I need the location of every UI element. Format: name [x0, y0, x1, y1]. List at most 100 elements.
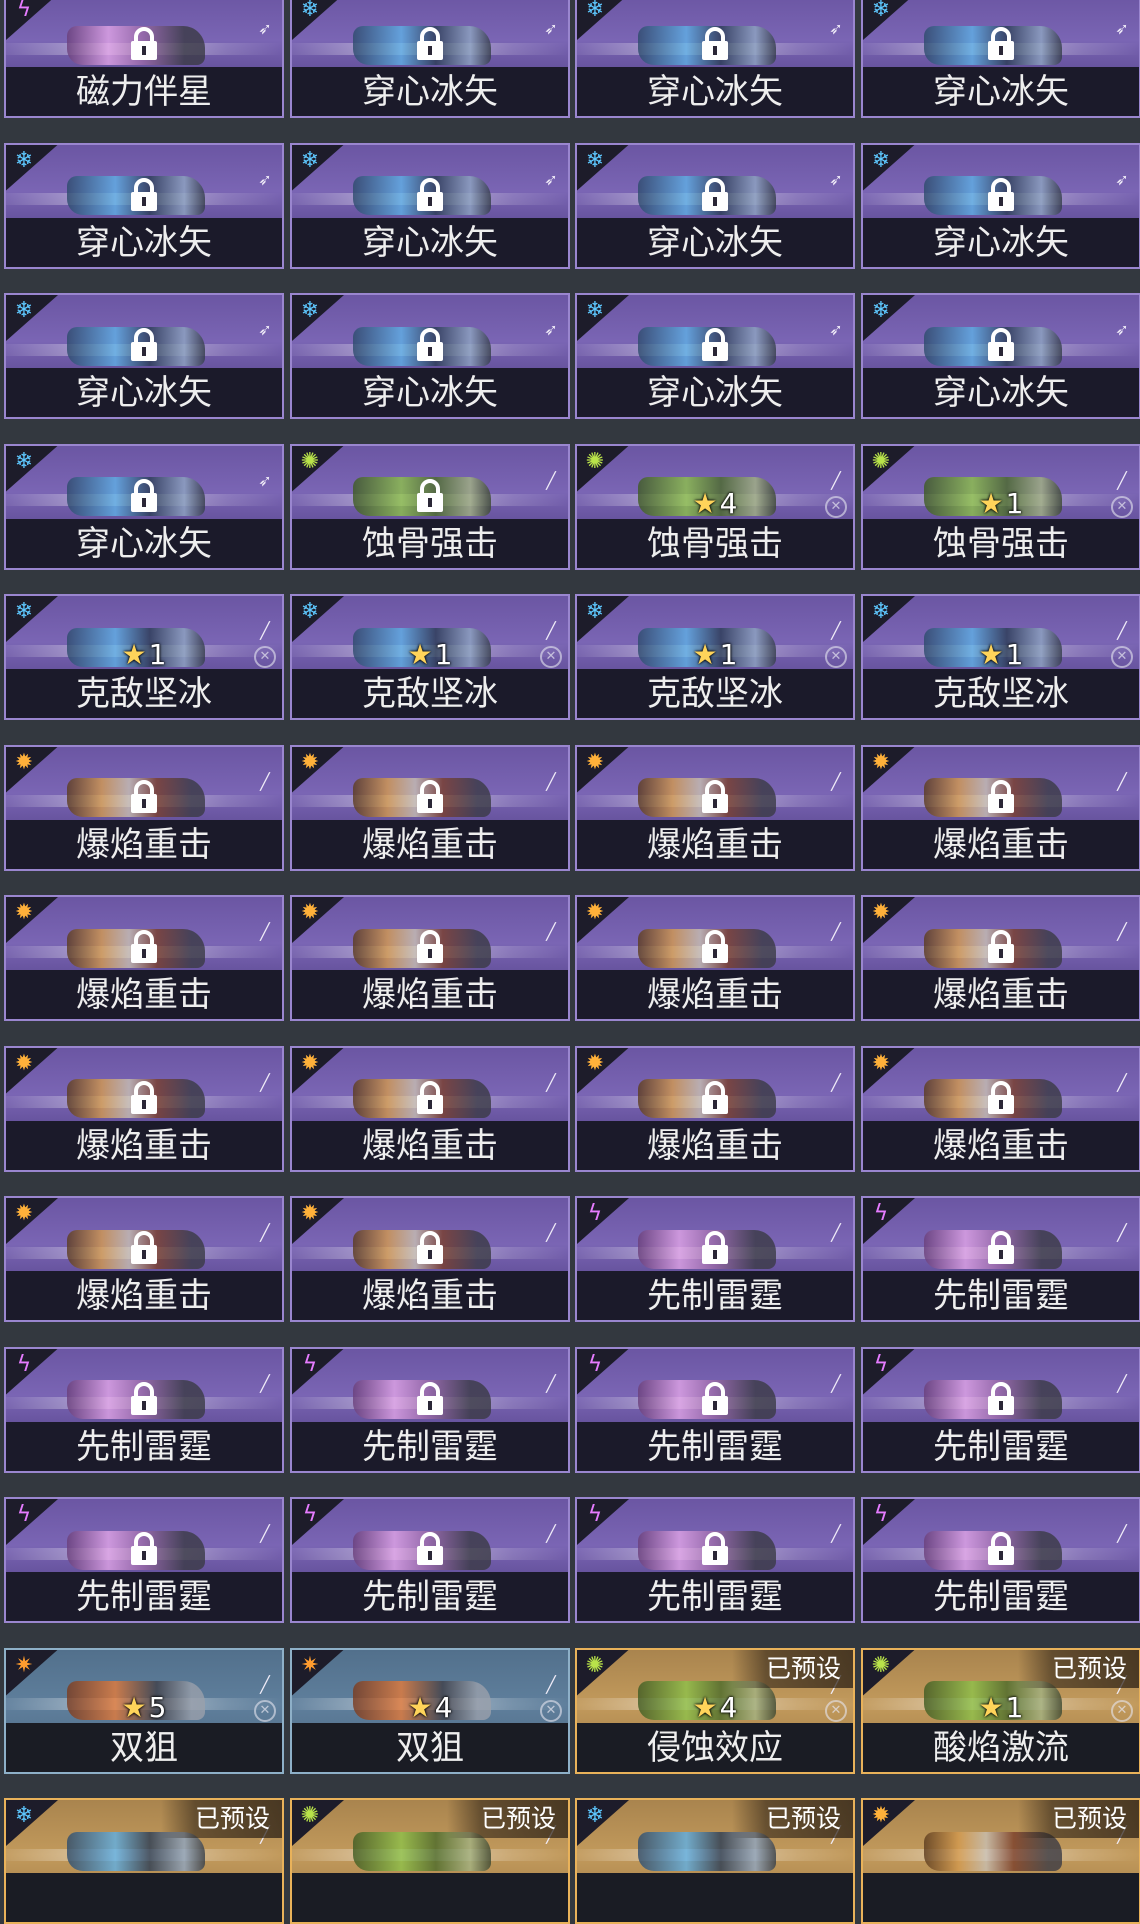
- dismiss-icon[interactable]: ✕: [825, 1699, 847, 1722]
- ice-crystal-icon: ❄: [871, 147, 891, 173]
- acid-splash-icon: ✺: [300, 448, 320, 474]
- weapon-card[interactable]: ✺╱已预设: [290, 1798, 570, 1924]
- dismiss-icon[interactable]: ✕: [825, 495, 847, 518]
- weapon-card[interactable]: ✹ ╱ 爆焰重击: [290, 1045, 570, 1172]
- weapon-card[interactable]: ❄ ➶ 穿心冰矢: [861, 0, 1140, 118]
- weapon-card[interactable]: ❄ ➶ 穿心冰矢: [4, 293, 284, 419]
- weapon-card[interactable]: ✺ ╱ ★4 ✕ 蚀骨强击: [575, 443, 855, 570]
- weapon-card[interactable]: ❄ ➶ 穿心冰矢: [290, 142, 570, 269]
- ice-crystal-icon: ❄: [14, 147, 34, 173]
- star-count: 1: [434, 637, 453, 671]
- thunder-claw-icon: ϟ: [16, 0, 32, 22]
- rifle-icon: ╱: [1117, 1223, 1127, 1243]
- weapon-card[interactable]: ϟ ➶ 磁力伴星: [4, 0, 284, 118]
- rifle-icon: ╱: [831, 922, 841, 942]
- rifle-icon: ╱: [546, 1223, 556, 1243]
- weapon-card[interactable]: ✹ ╱ 爆焰重击: [290, 1196, 570, 1322]
- weapon-card[interactable]: ❄ ➶ 穿心冰矢: [575, 293, 855, 419]
- lock-icon: [414, 1381, 446, 1417]
- weapon-name: 穿心冰矢: [577, 368, 853, 417]
- weapon-card[interactable]: ✹ ╱ 爆焰重击: [861, 895, 1140, 1021]
- weapon-card[interactable]: ✹ ╱ 爆焰重击: [290, 895, 570, 1021]
- weapon-card[interactable]: ❄╱已预设: [575, 1798, 855, 1924]
- weapon-card[interactable]: ✹╱已预设: [861, 1798, 1140, 1924]
- weapon-card[interactable]: ❄ ╱ ★1 ✕ 克敌坚冰: [4, 594, 284, 720]
- dismiss-icon[interactable]: ✕: [825, 646, 847, 669]
- weapon-card[interactable]: ✺╱★4✕已预设侵蚀效应: [575, 1647, 855, 1774]
- lock-icon: [699, 177, 731, 213]
- weapon-card[interactable]: ϟ ╱ 先制雷霆: [575, 1346, 855, 1473]
- weapon-card[interactable]: ❄ ➶ 穿心冰矢: [575, 142, 855, 269]
- lock-icon: [699, 1381, 731, 1417]
- dismiss-icon[interactable]: ✕: [1111, 646, 1133, 669]
- star-level: ★1: [693, 639, 738, 670]
- weapon-card[interactable]: ❄ ➶ 穿心冰矢: [575, 0, 855, 118]
- star-level: ★1: [979, 489, 1024, 519]
- weapon-card[interactable]: ✺ ╱ ★1 ✕ 蚀骨强击: [861, 443, 1140, 570]
- weapon-card[interactable]: ❄ ╱ ★1 ✕ 克敌坚冰: [861, 594, 1140, 720]
- weapon-card[interactable]: ✹ ╱ 爆焰重击: [861, 744, 1140, 871]
- lock-icon: [128, 779, 160, 815]
- dismiss-icon[interactable]: ✕: [1111, 1699, 1133, 1722]
- weapon-card[interactable]: ϟ ╱ 先制雷霆: [4, 1346, 284, 1473]
- weapon-card[interactable]: ✹ ╱ 爆焰重击: [290, 744, 570, 871]
- weapon-name: 先制雷霆: [292, 1572, 568, 1621]
- weapon-name: 磁力伴星: [6, 67, 282, 116]
- weapon-card[interactable]: ϟ ╱ 先制雷霆: [575, 1497, 855, 1623]
- weapon-card[interactable]: ϟ ╱ 先制雷霆: [861, 1196, 1140, 1322]
- weapon-card[interactable]: ✹ ╱ 爆焰重击: [861, 1045, 1140, 1172]
- dismiss-icon[interactable]: ✕: [254, 646, 276, 669]
- lock-icon: [414, 1230, 446, 1266]
- dismiss-icon[interactable]: ✕: [540, 1699, 562, 1722]
- lock-icon: [985, 1230, 1017, 1266]
- weapon-card[interactable]: ✹ ╱ 爆焰重击: [575, 895, 855, 1021]
- weapon-card[interactable]: ❄ ➶ 穿心冰矢: [290, 293, 570, 419]
- weapon-card[interactable]: ✹ ╱ 爆焰重击: [575, 1045, 855, 1172]
- weapon-card[interactable]: ❄ ➶ 穿心冰矢: [861, 142, 1140, 269]
- weapon-name: [6, 1873, 282, 1922]
- weapon-card[interactable]: ❄ ➶ 穿心冰矢: [4, 142, 284, 269]
- weapon-card[interactable]: ✹ ╱ 爆焰重击: [4, 895, 284, 1021]
- weapon-card[interactable]: ❄ ➶ 穿心冰矢: [861, 293, 1140, 419]
- lock-icon: [414, 1080, 446, 1116]
- weapon-card[interactable]: ϟ ╱ 先制雷霆: [861, 1346, 1140, 1473]
- dismiss-icon[interactable]: ✕: [1111, 495, 1133, 518]
- weapon-name: 侵蚀效应: [577, 1722, 853, 1772]
- weapon-name: 穿心冰矢: [863, 368, 1139, 417]
- rifle-icon: ╱: [546, 1674, 556, 1694]
- weapon-card[interactable]: ❄ ➶ 穿心冰矢: [4, 443, 284, 570]
- lock-icon: [985, 327, 1017, 363]
- weapon-card[interactable]: ❄ ╱ ★1 ✕ 克敌坚冰: [290, 594, 570, 720]
- weapon-card[interactable]: ✹ ╱ 爆焰重击: [4, 1196, 284, 1322]
- weapon-card[interactable]: ✺ ╱ 蚀骨强击: [290, 443, 570, 570]
- rifle-icon: ╱: [831, 1072, 841, 1092]
- star-count: 1: [148, 637, 167, 671]
- weapon-card[interactable]: ✹ ╱ 爆焰重击: [4, 744, 284, 871]
- fire-burst-icon: ✹: [871, 900, 891, 925]
- weapon-card[interactable]: ✷ ╱ ★4 ✕ 双狙: [290, 1647, 570, 1774]
- weapon-card[interactable]: ✺╱★1✕已预设酸焰激流: [861, 1647, 1140, 1774]
- weapon-name: 先制雷霆: [6, 1421, 282, 1471]
- weapon-card[interactable]: ❄ ➶ 穿心冰矢: [290, 0, 570, 118]
- weapon-card[interactable]: ❄╱已预设: [4, 1798, 284, 1924]
- weapon-card[interactable]: ✹ ╱ 爆焰重击: [4, 1045, 284, 1172]
- star-count: 1: [1005, 487, 1024, 521]
- weapon-card[interactable]: ϟ ╱ 先制雷霆: [290, 1497, 570, 1623]
- weapon-card[interactable]: ϟ ╱ 先制雷霆: [575, 1196, 855, 1322]
- dismiss-icon[interactable]: ✕: [254, 1699, 276, 1722]
- weapon-card[interactable]: ✷ ╱ ★5 ✕ 双狙: [4, 1647, 284, 1774]
- fire-burst-icon: ✹: [300, 900, 320, 925]
- dismiss-icon[interactable]: ✕: [540, 646, 562, 669]
- weapon-name: 爆焰重击: [6, 1271, 282, 1320]
- weapon-card[interactable]: ❄ ╱ ★1 ✕ 克敌坚冰: [575, 594, 855, 720]
- weapon-card[interactable]: ϟ ╱ 先制雷霆: [861, 1497, 1140, 1623]
- weapon-name: 先制雷霆: [577, 1572, 853, 1621]
- weapon-card[interactable]: ✹ ╱ 爆焰重击: [575, 744, 855, 871]
- fire-burst-icon: ✹: [871, 1803, 891, 1828]
- thunder-claw-icon: ϟ: [873, 1201, 889, 1226]
- weapon-name: 蚀骨强击: [292, 518, 568, 568]
- weapon-card[interactable]: ϟ ╱ 先制雷霆: [4, 1497, 284, 1623]
- ice-crystal-icon: ❄: [871, 599, 891, 624]
- weapon-card[interactable]: ϟ ╱ 先制雷霆: [290, 1346, 570, 1473]
- star-count: 4: [434, 1691, 453, 1725]
